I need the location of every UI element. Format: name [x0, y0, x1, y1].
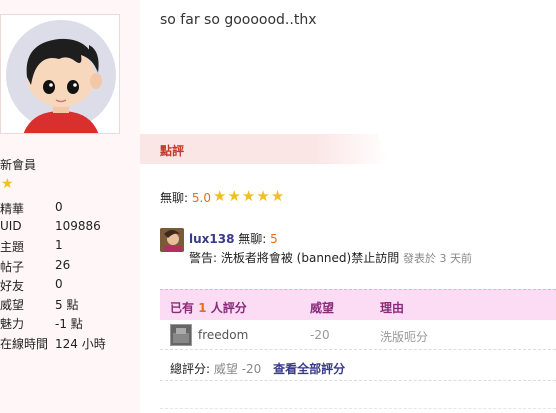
view-all-ratings-link[interactable]: 查看全部評分 [273, 362, 345, 376]
stat-label-digest: 精華 [0, 202, 25, 216]
stat-value-prestige: 5 點 [55, 298, 79, 312]
avatar-illustration [1, 15, 119, 133]
star-icon: ★ [270, 187, 286, 205]
rater-comment: 警告: 洗板者將會被 (banned)禁止訪問 發表於 3 天前 [189, 249, 472, 266]
ratings-count-heading: 已有 1 人評分 [170, 299, 247, 316]
stat-value-online-time: 124 小時 [55, 337, 106, 351]
stat-label-prestige: 威望 [0, 298, 25, 312]
rater-score-label: 無聊: [238, 232, 267, 246]
rating-section-header: 點評 [140, 134, 390, 164]
rating-reason: 洗版呃分 [380, 330, 429, 344]
star-icon: ★ [227, 187, 242, 205]
stat-value-uid[interactable]: 109886 [55, 219, 101, 233]
rating-user-avatar[interactable] [170, 324, 192, 346]
boring-label: 無聊: [160, 191, 189, 205]
user-sidebar: 新會員 ★ 精華 0 UID 109886 主題 1 帖子 26 好友 0 威望… [0, 0, 140, 413]
star-icon: ★ [241, 187, 257, 205]
ratings-table-header: 已有 1 人評分 威望 理由 [160, 289, 556, 320]
column-reason: 理由 [380, 301, 405, 315]
avatar[interactable] [0, 14, 120, 134]
ratings-count-prefix: 已有 [170, 301, 195, 315]
stat-label-uid: UID [0, 219, 22, 233]
rating-user-link[interactable]: freedom [198, 328, 248, 342]
total-rating-label: 總評分: [170, 362, 211, 376]
rater-username-link[interactable]: lux138 [189, 232, 234, 246]
stat-label-friends: 好友 [0, 279, 25, 293]
stat-label-charm: 魅力 [0, 317, 25, 331]
divider [160, 408, 556, 409]
stat-value-charm: -1 點 [55, 317, 83, 331]
rating-stars: ★★★★★ [213, 187, 285, 205]
stat-label-threads: 主題 [0, 240, 25, 254]
rater-warning-text: 警告: 洗板者將會被 (banned)禁止訪問 [189, 251, 400, 265]
rater-posted-time: 發表於 3 天前 [403, 252, 473, 265]
star-icon: ★ [256, 187, 271, 205]
divider [160, 380, 556, 381]
user-group-title: 新會員 [0, 158, 37, 172]
post-message: so far so goooood..thx [160, 12, 317, 28]
star-icon: ★ [213, 187, 228, 205]
ratings-count-suffix: 人評分 [210, 301, 247, 315]
rating-prestige-value: -20 [310, 328, 330, 342]
rater-avatar[interactable] [160, 228, 184, 252]
rater-score-value: 5 [270, 232, 278, 246]
rater-avatar-image [160, 228, 184, 252]
boring-score-line: 無聊: 5.0 [160, 189, 211, 206]
rating-user-avatar-image [171, 325, 191, 345]
total-rating-line: 總評分: 威望 -20 查看全部評分 [170, 360, 345, 377]
stat-label-posts: 帖子 [0, 260, 25, 274]
total-rating-value: 威望 -20 [213, 362, 262, 376]
stat-value-friends[interactable]: 0 [55, 277, 63, 291]
boring-value: 5.0 [191, 191, 211, 205]
stat-value-posts[interactable]: 26 [55, 258, 70, 272]
star-icon: ★ [1, 176, 14, 192]
table-row: freedom -20 洗版呃分 [160, 319, 556, 350]
column-prestige: 威望 [310, 301, 335, 315]
stat-label-online-time: 在線時間 [0, 337, 49, 351]
stat-value-threads[interactable]: 1 [55, 238, 63, 252]
rating-header-label: 點評 [160, 144, 185, 158]
stat-value-digest: 0 [55, 200, 63, 214]
rater-info: lux138 無聊: 5 [189, 230, 278, 247]
ratings-count-number: 1 [198, 301, 207, 315]
